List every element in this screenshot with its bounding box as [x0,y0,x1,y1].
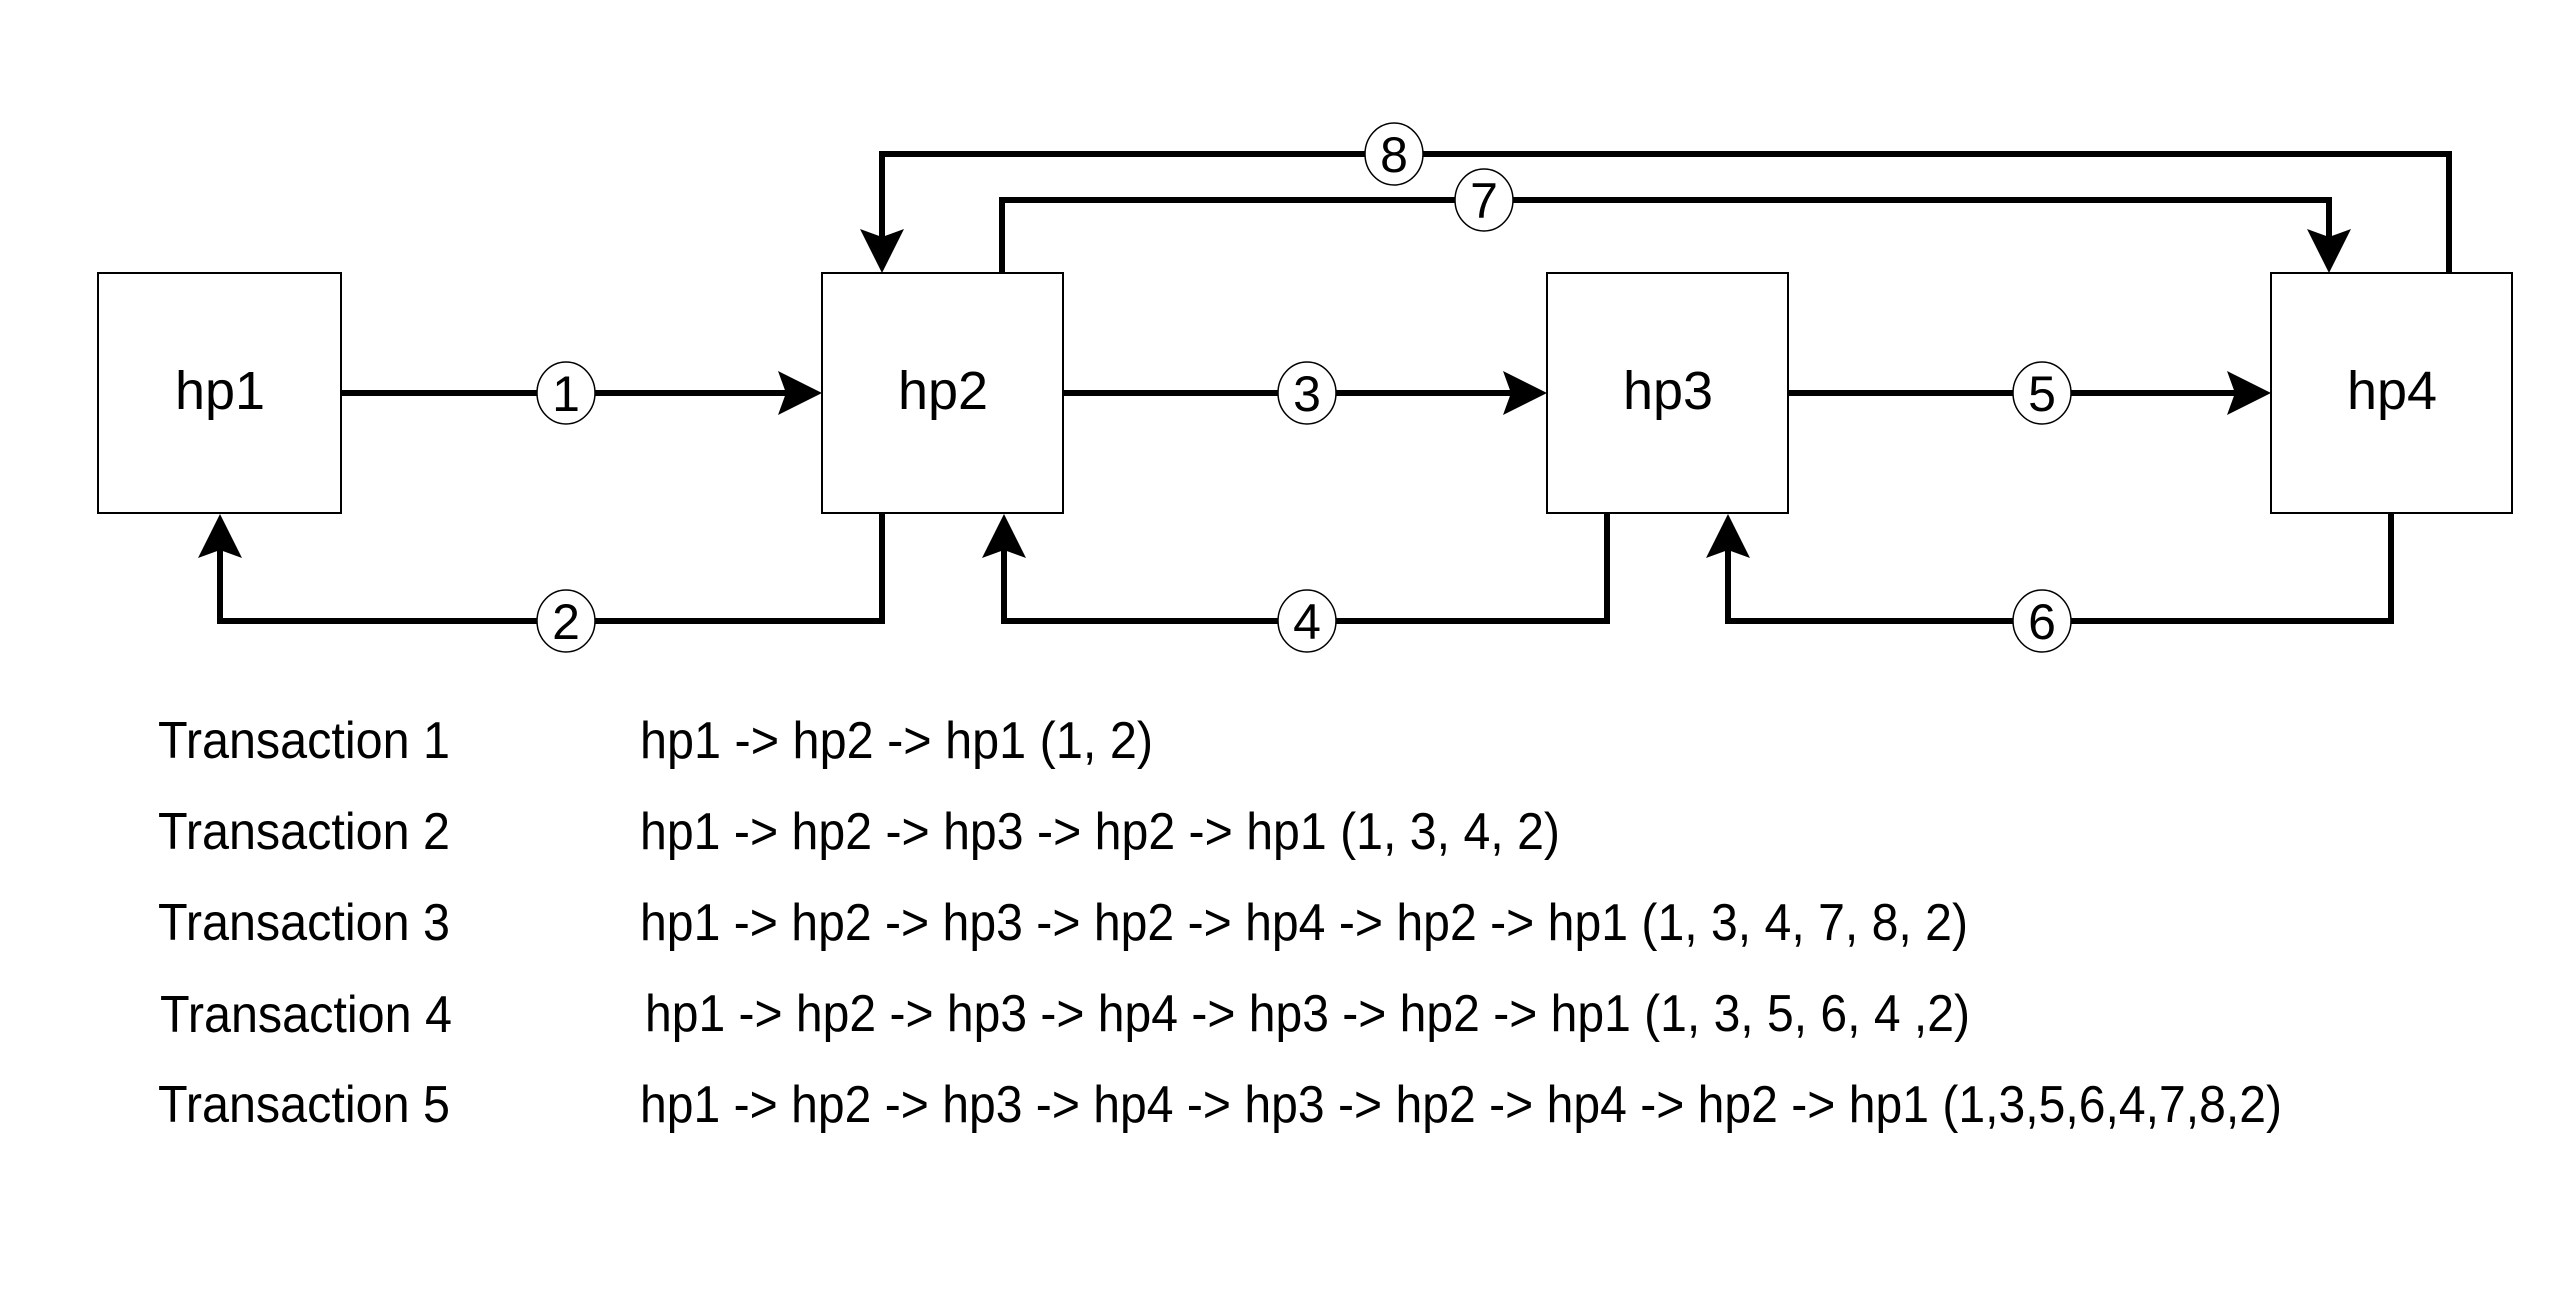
transaction-flow-diagram: hp1 hp2 hp3 hp4 1 2 3 4 5 6 7 8 Transact… [97,122,2513,1134]
transaction-path: hp1 -> hp2 -> hp3 -> hp2 -> hp1 (1, 3, 4… [640,803,1560,861]
node-hp4: hp4 [2270,272,2513,514]
edge-7-line [999,197,2332,273]
edge-badge-6-number: 6 [2028,594,2056,650]
node-hp1: hp1 [97,272,342,514]
transaction-list: Transaction 1 hp1 -> hp2 -> hp1 (1, 2) T… [158,712,2282,1134]
transaction-path: hp1 -> hp2 -> hp1 (1, 2) [640,712,1153,770]
edge-badge-1-number: 1 [552,366,580,422]
transaction-label: Transaction 1 [158,712,450,770]
edge-badge-8-number: 8 [1380,127,1408,183]
edge-badge-3: 3 [1277,361,1337,425]
node-hp4-label: hp4 [2347,361,2437,421]
node-hp3-label: hp3 [1623,361,1713,421]
edge-badge-2-number: 2 [552,594,580,650]
transaction-row: Transaction 3 hp1 -> hp2 -> hp3 -> hp2 -… [158,894,1968,952]
edge-8-line [879,151,2452,273]
transaction-label: Transaction 5 [158,1076,450,1134]
transaction-label: Transaction 2 [158,803,450,861]
edge-badge-5: 5 [2012,361,2072,425]
transaction-row: Transaction 5 hp1 -> hp2 -> hp3 -> hp4 -… [158,1076,2282,1134]
node-hp2-label: hp2 [898,361,988,421]
edge-badge-2: 2 [536,589,596,653]
edge-badge-4-number: 4 [1293,594,1321,650]
node-hp1-label: hp1 [175,361,265,421]
edge-badge-7: 7 [1454,168,1514,232]
transaction-path: hp1 -> hp2 -> hp3 -> hp2 -> hp4 -> hp2 -… [640,894,1968,952]
edge-badge-3-number: 3 [1293,366,1321,422]
transaction-path: hp1 -> hp2 -> hp3 -> hp4 -> hp3 -> hp2 -… [640,1076,2282,1134]
edge-badge-5-number: 5 [2028,366,2056,422]
node-hp2: hp2 [821,272,1064,514]
edge-badge-4: 4 [1277,589,1337,653]
transaction-row: Transaction 4 hp1 -> hp2 -> hp3 -> hp4 -… [160,985,1970,1044]
transaction-row: Transaction 1 hp1 -> hp2 -> hp1 (1, 2) [158,712,1153,770]
edge-badge-6: 6 [2012,589,2072,653]
transaction-label: Transaction 3 [158,894,450,952]
edge-badge-1: 1 [536,361,596,425]
edge-badge-7-number: 7 [1470,173,1498,229]
transaction-row: Transaction 2 hp1 -> hp2 -> hp3 -> hp2 -… [158,803,1560,861]
node-hp3: hp3 [1546,272,1789,514]
transaction-label: Transaction 4 [160,986,452,1044]
edge-badge-8: 8 [1364,122,1424,186]
transaction-path: hp1 -> hp2 -> hp3 -> hp4 -> hp3 -> hp2 -… [645,985,1970,1043]
